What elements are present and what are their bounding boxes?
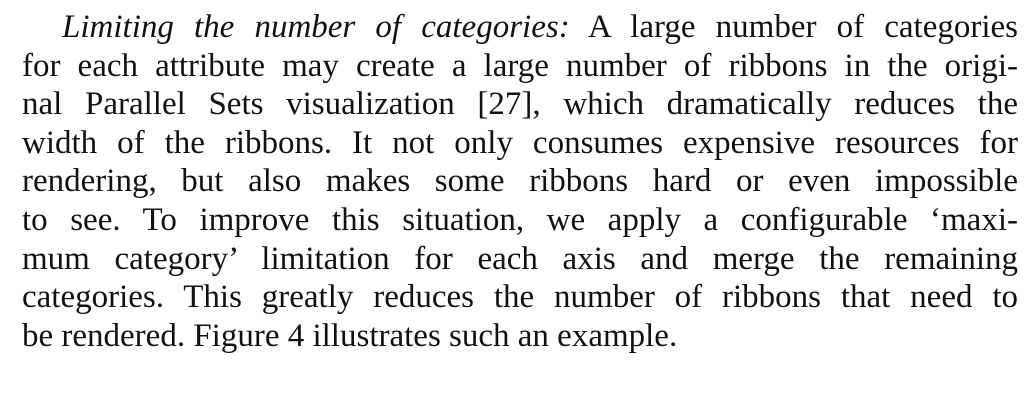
text-line-content: A large number of categories — [569, 9, 1018, 45]
text-line: categories. This greatly reduces the num… — [22, 279, 1018, 316]
text-line: to see. To improve this situation, we ap… — [22, 201, 1018, 238]
text-line: for each attribute may create a large nu… — [22, 47, 1018, 84]
paragraph-heading: Limiting the number of categories: — [62, 9, 570, 45]
text-line: width of the ribbons. It not only consum… — [22, 124, 1018, 161]
text-line: Limiting the number of categories: A lar… — [22, 8, 1018, 47]
text-line: nal Parallel Sets visualization [27], wh… — [22, 86, 1018, 123]
text-line: rendering, but also makes some ribbons h… — [22, 163, 1018, 200]
text-line: be rendered. Figure 4 illustrates such a… — [22, 317, 678, 354]
text-line: mum category’ limitation for each axis a… — [22, 240, 1018, 277]
body-paragraph: Limiting the number of categories: A lar… — [22, 8, 1018, 355]
